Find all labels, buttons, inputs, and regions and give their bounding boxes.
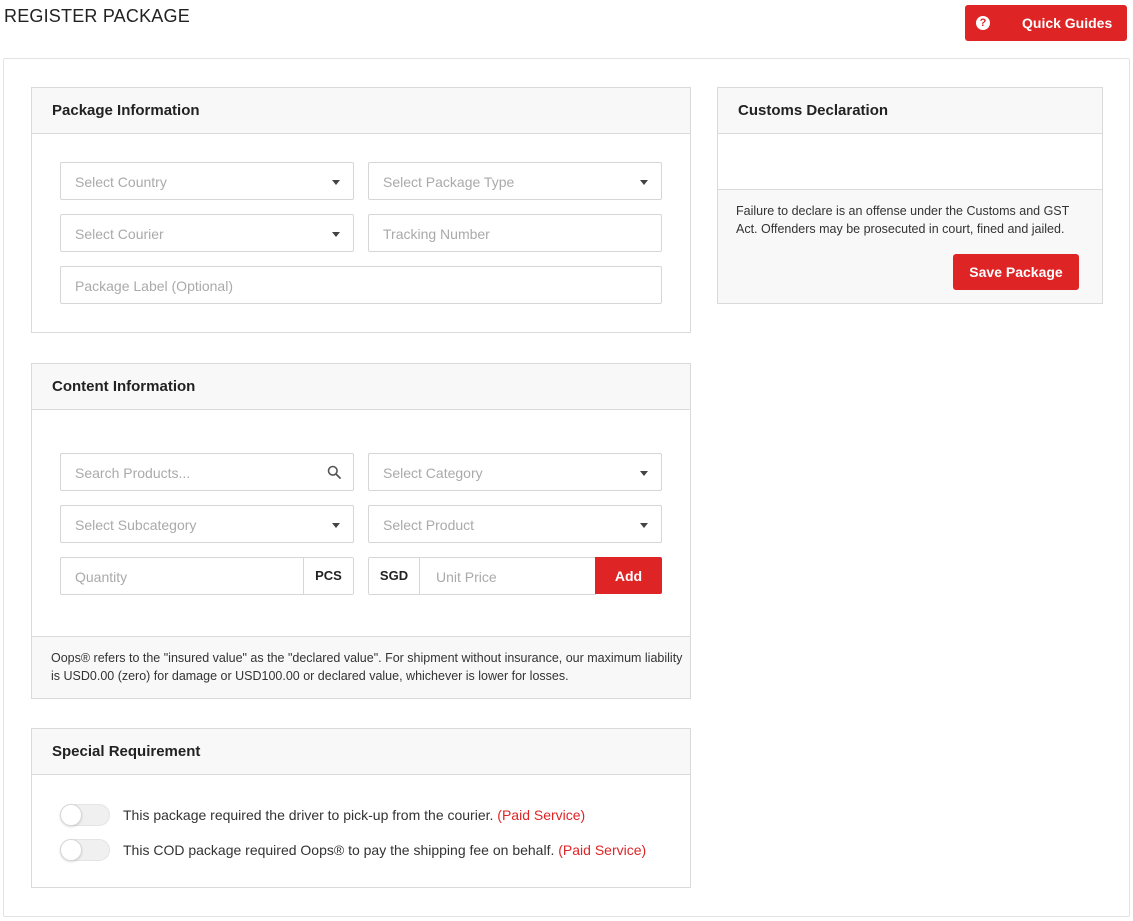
category-select[interactable]: Select Category <box>368 453 662 491</box>
quantity-unit-addon: PCS <box>303 558 353 594</box>
driver-pickup-label: This package required the driver to pick… <box>123 807 585 823</box>
customs-declaration-panel: Customs Declaration Failure to declare i… <box>717 87 1103 304</box>
unit-price-input[interactable]: SGD Unit Price <box>368 557 596 595</box>
chevron-down-icon <box>332 180 340 185</box>
package-type-select[interactable]: Select Package Type <box>368 162 662 200</box>
page-title: REGISTER PACKAGE <box>4 6 190 26</box>
help-icon: ? <box>976 16 990 30</box>
quantity-input[interactable]: Quantity PCS <box>60 557 354 595</box>
quick-guides-button[interactable]: ? Quick Guides <box>965 5 1127 41</box>
package-label-placeholder: Package Label (Optional) <box>75 278 233 294</box>
toggle-knob <box>60 839 82 861</box>
paid-service-tag: (Paid Service) <box>497 807 586 823</box>
currency-addon: SGD <box>369 558 420 594</box>
package-information-title: Package Information <box>32 88 690 134</box>
chevron-down-icon <box>640 523 648 528</box>
tracking-number-placeholder: Tracking Number <box>383 226 490 242</box>
chevron-down-icon <box>332 523 340 528</box>
search-products-input[interactable]: Search Products... <box>60 453 354 491</box>
quick-guides-label: Quick Guides <box>1022 15 1113 31</box>
cod-payment-toggle[interactable] <box>60 839 110 861</box>
search-icon <box>327 465 341 479</box>
courier-select-value: Select Courier <box>75 226 164 242</box>
unit-price-placeholder: Unit Price <box>436 569 497 585</box>
customs-footer: Failure to declare is an offense under t… <box>718 190 1102 303</box>
form-container: Package Information Select Country Selec… <box>3 58 1130 917</box>
chevron-down-icon <box>332 232 340 237</box>
insurance-note-box: Oops® refers to the "insured value" as t… <box>32 636 690 698</box>
product-select[interactable]: Select Product <box>368 505 662 543</box>
content-information-title: Content Information <box>32 364 690 410</box>
search-products-placeholder: Search Products... <box>75 465 191 481</box>
save-package-button[interactable]: Save Package <box>953 254 1079 290</box>
subcategory-select-value: Select Subcategory <box>75 517 197 533</box>
customs-content-area <box>718 134 1102 190</box>
cod-payment-label: This COD package required Oops® to pay t… <box>123 842 646 858</box>
subcategory-select[interactable]: Select Subcategory <box>60 505 354 543</box>
product-select-value: Select Product <box>383 517 475 533</box>
cod-payment-text: This COD package required Oops® to pay t… <box>123 842 555 858</box>
courier-select[interactable]: Select Courier <box>60 214 354 252</box>
package-label-input[interactable]: Package Label (Optional) <box>60 266 662 304</box>
chevron-down-icon <box>640 471 648 476</box>
quantity-placeholder: Quantity <box>75 569 128 585</box>
category-select-value: Select Category <box>383 465 483 481</box>
customs-declaration-title: Customs Declaration <box>718 88 1102 134</box>
insurance-note: Oops® refers to the "insured value" as t… <box>51 651 683 683</box>
driver-pickup-text: This package required the driver to pick… <box>123 807 494 823</box>
paid-service-tag: (Paid Service) <box>558 842 647 858</box>
package-type-select-value: Select Package Type <box>383 174 515 190</box>
chevron-down-icon <box>640 180 648 185</box>
country-select[interactable]: Select Country <box>60 162 354 200</box>
special-requirement-title: Special Requirement <box>32 729 690 775</box>
tracking-number-input[interactable]: Tracking Number <box>368 214 662 252</box>
special-requirement-panel: Special Requirement This package require… <box>31 728 691 888</box>
toggle-knob <box>60 804 82 826</box>
add-button[interactable]: Add <box>595 557 662 594</box>
package-information-panel: Package Information Select Country Selec… <box>31 87 691 333</box>
customs-warning-note: Failure to declare is an offense under t… <box>736 204 1070 236</box>
driver-pickup-toggle[interactable] <box>60 804 110 826</box>
country-select-value: Select Country <box>75 174 167 190</box>
content-information-panel: Content Information Search Products... S… <box>31 363 691 699</box>
